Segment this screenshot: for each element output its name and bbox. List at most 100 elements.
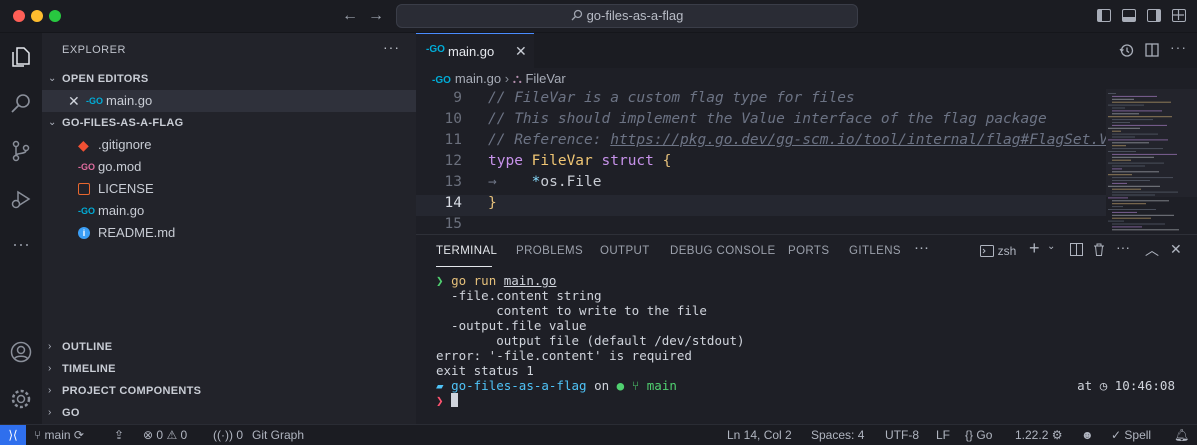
timeline-history-icon[interactable]	[1119, 43, 1134, 61]
minimap-line	[1112, 191, 1178, 193]
file-item-readme[interactable]: i README.md	[42, 222, 416, 244]
outline-section[interactable]: › OUTLINE	[42, 336, 416, 358]
forward-arrow-icon[interactable]: →	[368, 7, 384, 25]
tab-problems[interactable]: PROBLEMS	[516, 245, 583, 257]
minimap-line	[1112, 203, 1146, 205]
go-version[interactable]: 1.22.2 ⚙	[1015, 428, 1062, 442]
source-control-icon[interactable]	[5, 135, 37, 167]
section-label: PROJECT COMPONENTS	[62, 385, 202, 397]
close-tab-icon[interactable]: ✕	[515, 43, 527, 60]
maximize-panel-icon[interactable]: ︿	[1145, 240, 1159, 260]
code-editor[interactable]: 9 // FileVar is a custom flag type for fi…	[416, 89, 1126, 234]
encoding[interactable]: UTF-8	[885, 428, 919, 442]
run-debug-icon[interactable]	[5, 183, 37, 215]
terminal-output[interactable]: ❯ go run main.go -file.content string co…	[436, 273, 745, 408]
toggle-panel-icon[interactable]	[1122, 9, 1136, 22]
file-item-main-go[interactable]: -GO main.go	[42, 200, 416, 222]
notifications-bell-icon[interactable]: 🔔︎	[1174, 428, 1189, 442]
minimap-line	[1112, 122, 1130, 123]
search-icon[interactable]	[5, 87, 37, 119]
project-components-section[interactable]: › PROJECT COMPONENTS	[42, 380, 416, 402]
minimap-line	[1108, 162, 1164, 164]
problems-status[interactable]: ⊗ 0 ⚠ 0	[143, 428, 187, 442]
remote-indicator-icon[interactable]: ⟩⟨	[0, 425, 26, 445]
minimap[interactable]	[1106, 89, 1197, 234]
gear-icon: ⚙	[1051, 428, 1063, 442]
tab-gitlens[interactable]: GITLENS	[849, 245, 901, 257]
breadcrumb-symbol[interactable]: FileVar	[525, 71, 565, 86]
terminal-cursor	[451, 393, 459, 407]
minimize-window-button[interactable]	[31, 10, 43, 22]
timeline-section[interactable]: › TIMELINE	[42, 358, 416, 380]
cursor-position[interactable]: Ln 14, Col 2	[727, 428, 792, 442]
new-terminal-icon[interactable]: +	[1029, 238, 1040, 259]
close-panel-icon[interactable]: ✕	[1170, 241, 1182, 258]
file-item-gitignore[interactable]: ◆ .gitignore	[42, 134, 416, 156]
reference-link[interactable]: https://pkg.go.dev/gg-scm.io/tool/intern…	[610, 132, 1125, 148]
branch-name: main	[44, 428, 71, 442]
more-tabs-icon[interactable]: ···	[914, 239, 929, 256]
language-mode[interactable]: {} Go	[965, 428, 992, 442]
minimap-line	[1112, 188, 1141, 190]
tab-main-go[interactable]: -GO main.go ✕	[416, 33, 534, 68]
end-of-line[interactable]: LF	[936, 428, 950, 442]
kill-terminal-icon[interactable]	[1093, 243, 1105, 259]
breadcrumb-file[interactable]: main.go	[455, 71, 501, 86]
open-editor-item[interactable]: ✕ -GO main.go	[42, 90, 416, 112]
customize-layout-icon[interactable]	[1172, 9, 1186, 22]
warning-icon: ⚠	[166, 428, 178, 442]
publish-icon[interactable]: ⇪	[114, 428, 124, 442]
git-graph-button[interactable]: Git Graph	[252, 428, 304, 442]
account-icon[interactable]	[5, 336, 37, 368]
minimap-line	[1108, 197, 1128, 199]
tab-output[interactable]: OUTPUT	[600, 245, 650, 257]
settings-gear-icon[interactable]	[5, 383, 37, 415]
file-item-go-mod[interactable]: -GO go.mod	[42, 156, 416, 178]
more-actions-icon[interactable]: ···	[1116, 239, 1130, 255]
section-label: GO	[62, 407, 80, 419]
close-window-button[interactable]	[13, 10, 25, 22]
braces-icon: {}	[965, 428, 974, 442]
code-token: }	[488, 195, 497, 211]
chevron-down-icon[interactable]: ⌄	[1047, 241, 1055, 252]
toggle-secondary-sidebar-icon[interactable]	[1147, 9, 1161, 22]
terminal-shell-selector[interactable]: zsh	[980, 243, 1016, 258]
file-item-license[interactable]: LICENSE	[42, 178, 416, 200]
code-line: // Reference: https://pkg.go.dev/gg-scm.…	[488, 132, 1125, 148]
spell-check[interactable]: ✓ Spell	[1111, 428, 1151, 442]
go-mod-icon: -GO	[78, 162, 95, 172]
go-section[interactable]: › GO	[42, 402, 416, 424]
command-center-search[interactable]: go-files-as-a-flag	[396, 4, 858, 28]
minimap-line	[1112, 159, 1131, 161]
tab-debug-console[interactable]: DEBUG CONSOLE	[670, 245, 776, 257]
copilot-icon[interactable]: ☻	[1081, 428, 1094, 442]
back-arrow-icon[interactable]: ←	[342, 7, 358, 25]
more-actions-icon[interactable]: ···	[1170, 39, 1187, 55]
more-actions-icon[interactable]: ···	[383, 39, 400, 55]
editor-tab-bar: -GO main.go ✕ ···	[416, 33, 1197, 68]
chevron-right-icon: ›	[48, 407, 52, 418]
maximize-window-button[interactable]	[49, 10, 61, 22]
split-editor-icon[interactable]	[1145, 43, 1159, 60]
command-file-link[interactable]: main.go	[504, 273, 557, 288]
code-token: // This should implement the Value inter…	[488, 111, 1047, 127]
indentation[interactable]: Spaces: 4	[811, 428, 864, 442]
line-number: 11	[444, 132, 462, 148]
title-bar: ← → go-files-as-a-flag	[0, 0, 1197, 33]
split-terminal-icon[interactable]	[1070, 243, 1083, 259]
tab-terminal[interactable]: TERMINAL	[436, 245, 497, 257]
toggle-primary-sidebar-icon[interactable]	[1097, 9, 1111, 22]
minimap-line	[1112, 226, 1142, 228]
explorer-icon[interactable]	[5, 41, 37, 73]
folder-icon: ▰	[436, 378, 444, 393]
ports-status[interactable]: ((·)) 0	[213, 428, 243, 442]
section-label: OUTLINE	[62, 341, 113, 353]
more-views-icon[interactable]: ···	[5, 231, 37, 263]
branch-status[interactable]: ⑂ main ⟳	[34, 428, 84, 442]
close-editor-icon[interactable]: ✕	[68, 90, 80, 112]
tab-ports[interactable]: PORTS	[788, 245, 829, 257]
open-editors-section[interactable]: ⌄ OPEN EDITORS	[42, 68, 416, 90]
terminal-line: -file.content string	[436, 288, 602, 303]
project-section[interactable]: ⌄ GO-FILES-AS-A-FLAG	[42, 112, 416, 134]
code-line: → *os.File	[488, 174, 602, 190]
